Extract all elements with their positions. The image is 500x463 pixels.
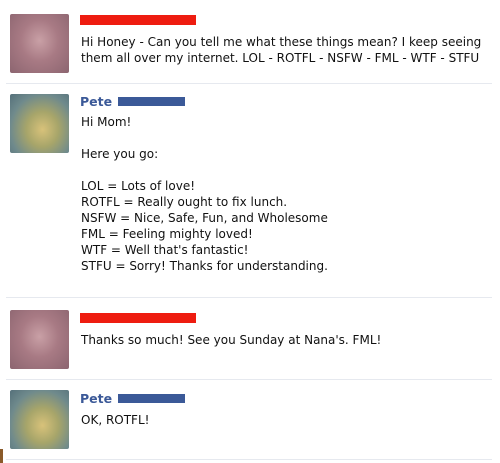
pete-avatar[interactable] bbox=[10, 94, 69, 153]
author-name[interactable]: Pete bbox=[80, 391, 112, 406]
post-pete-answer: Pete Hi Mom! Here you go: LOL = Lots of … bbox=[0, 84, 496, 298]
author-name-redacted[interactable] bbox=[80, 313, 196, 327]
redaction-bar bbox=[118, 394, 185, 403]
post-message: OK, ROTFL! bbox=[81, 413, 150, 427]
author-name-row: Pete bbox=[80, 94, 190, 110]
author-name-row: Pete bbox=[80, 391, 190, 407]
pete-avatar[interactable] bbox=[10, 390, 69, 449]
redaction-bar bbox=[80, 313, 196, 323]
edge-fragment bbox=[0, 449, 3, 463]
mom-avatar[interactable] bbox=[10, 14, 69, 73]
redaction-bar bbox=[118, 97, 185, 106]
post-message: Hi Honey - Can you tell me what these th… bbox=[81, 35, 486, 65]
post-mom-question: Hi Honey - Can you tell me what these th… bbox=[0, 0, 496, 84]
post-message: Hi Mom! Here you go: LOL = Lots of love!… bbox=[81, 115, 328, 273]
author-name[interactable]: Pete bbox=[80, 94, 112, 109]
post-mom-reply: Thanks so much! See you Sunday at Nana's… bbox=[0, 298, 496, 380]
mom-avatar[interactable] bbox=[10, 310, 69, 369]
post-message: Thanks so much! See you Sunday at Nana's… bbox=[81, 333, 382, 347]
author-name-redacted[interactable] bbox=[80, 15, 196, 29]
post-pete-final: Pete OK, ROTFL! bbox=[0, 380, 496, 460]
redaction-bar bbox=[80, 15, 196, 25]
